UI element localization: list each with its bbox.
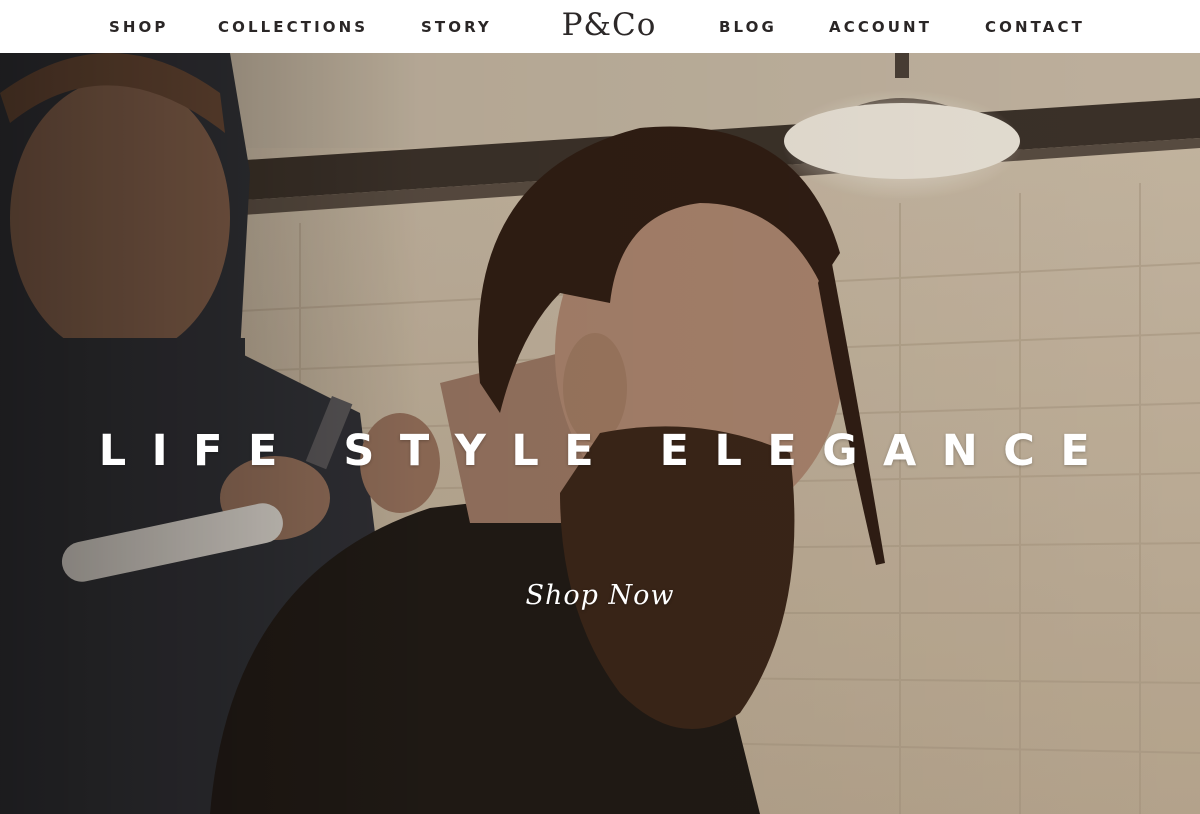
nav-link-account[interactable]: ACCOUNT: [829, 17, 932, 37]
nav-link-contact[interactable]: CONTACT: [985, 17, 1085, 37]
hero-banner: LIFE STYLE ELEGANCE Shop Now: [0, 53, 1200, 814]
nav-link-story[interactable]: STORY: [421, 17, 492, 37]
nav-link-collections[interactable]: COLLECTIONS: [218, 17, 368, 37]
shop-now-link[interactable]: Shop Now: [500, 576, 700, 616]
brand-logo[interactable]: P&Co: [556, 5, 662, 45]
nav-link-shop[interactable]: SHOP: [109, 17, 169, 37]
nav-link-blog[interactable]: BLOG: [719, 17, 777, 37]
top-navigation: SHOP COLLECTIONS STORY P&Co BLOG ACCOUNT…: [0, 0, 1200, 53]
hero-headline: LIFE STYLE ELEGANCE: [98, 426, 1116, 476]
